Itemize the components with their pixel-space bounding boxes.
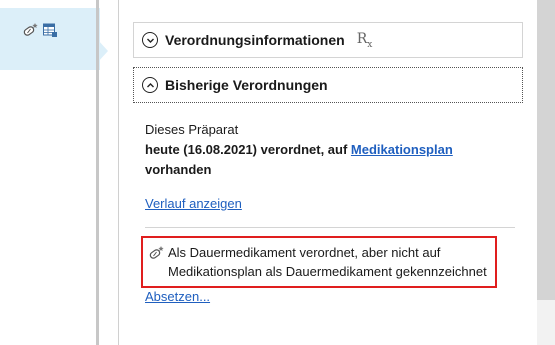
pane-splitter[interactable]	[96, 0, 99, 345]
stop-link[interactable]: Absetzen...	[145, 289, 210, 304]
pill-star-icon	[23, 23, 38, 36]
info-line: Dieses Präparat	[145, 122, 239, 137]
rx-sub: x	[367, 39, 373, 50]
scrollbar-bottom	[537, 300, 555, 345]
section-verordnungsinformationen[interactable]: Verordnungsinformationen Rx	[133, 22, 523, 58]
chevron-up-icon[interactable]	[142, 77, 158, 93]
scrollbar[interactable]	[537, 0, 555, 300]
warning-box: Als Dauermedikament verordnet, aber nich…	[141, 236, 497, 288]
info-status: heute (16.08.2021) verordnet, auf Medika…	[145, 140, 523, 160]
info-status-end: vorhanden	[145, 162, 212, 177]
pane-divider	[118, 0, 119, 345]
left-pane	[0, 0, 100, 345]
prescription-panel: Verordnungsinformationen Rx Bisherige Ve…	[133, 22, 523, 306]
rx-icon: Rx	[357, 31, 373, 50]
section-bisherige-verordnungen[interactable]: Bisherige Verordnungen	[133, 67, 523, 103]
medikationsplan-link[interactable]: Medikationsplan	[351, 142, 453, 157]
info-status-text: heute (16.08.2021) verordnet, auf	[145, 142, 351, 157]
table-icon	[43, 23, 57, 37]
section-title: Bisherige Verordnungen	[165, 77, 328, 93]
rx-symbol: R	[356, 30, 368, 47]
prescription-info: Dieses Präparat heute (16.08.2021) veror…	[133, 120, 523, 214]
history-link[interactable]: Verlauf anzeigen	[145, 194, 242, 214]
pill-star-icon	[149, 246, 164, 259]
warning-text: Als Dauermedikament verordnet, aber nich…	[168, 245, 487, 279]
selected-tab[interactable]	[0, 8, 100, 70]
divider	[145, 227, 515, 228]
section-title: Verordnungsinformationen	[165, 32, 345, 48]
chevron-down-icon[interactable]	[142, 32, 158, 48]
